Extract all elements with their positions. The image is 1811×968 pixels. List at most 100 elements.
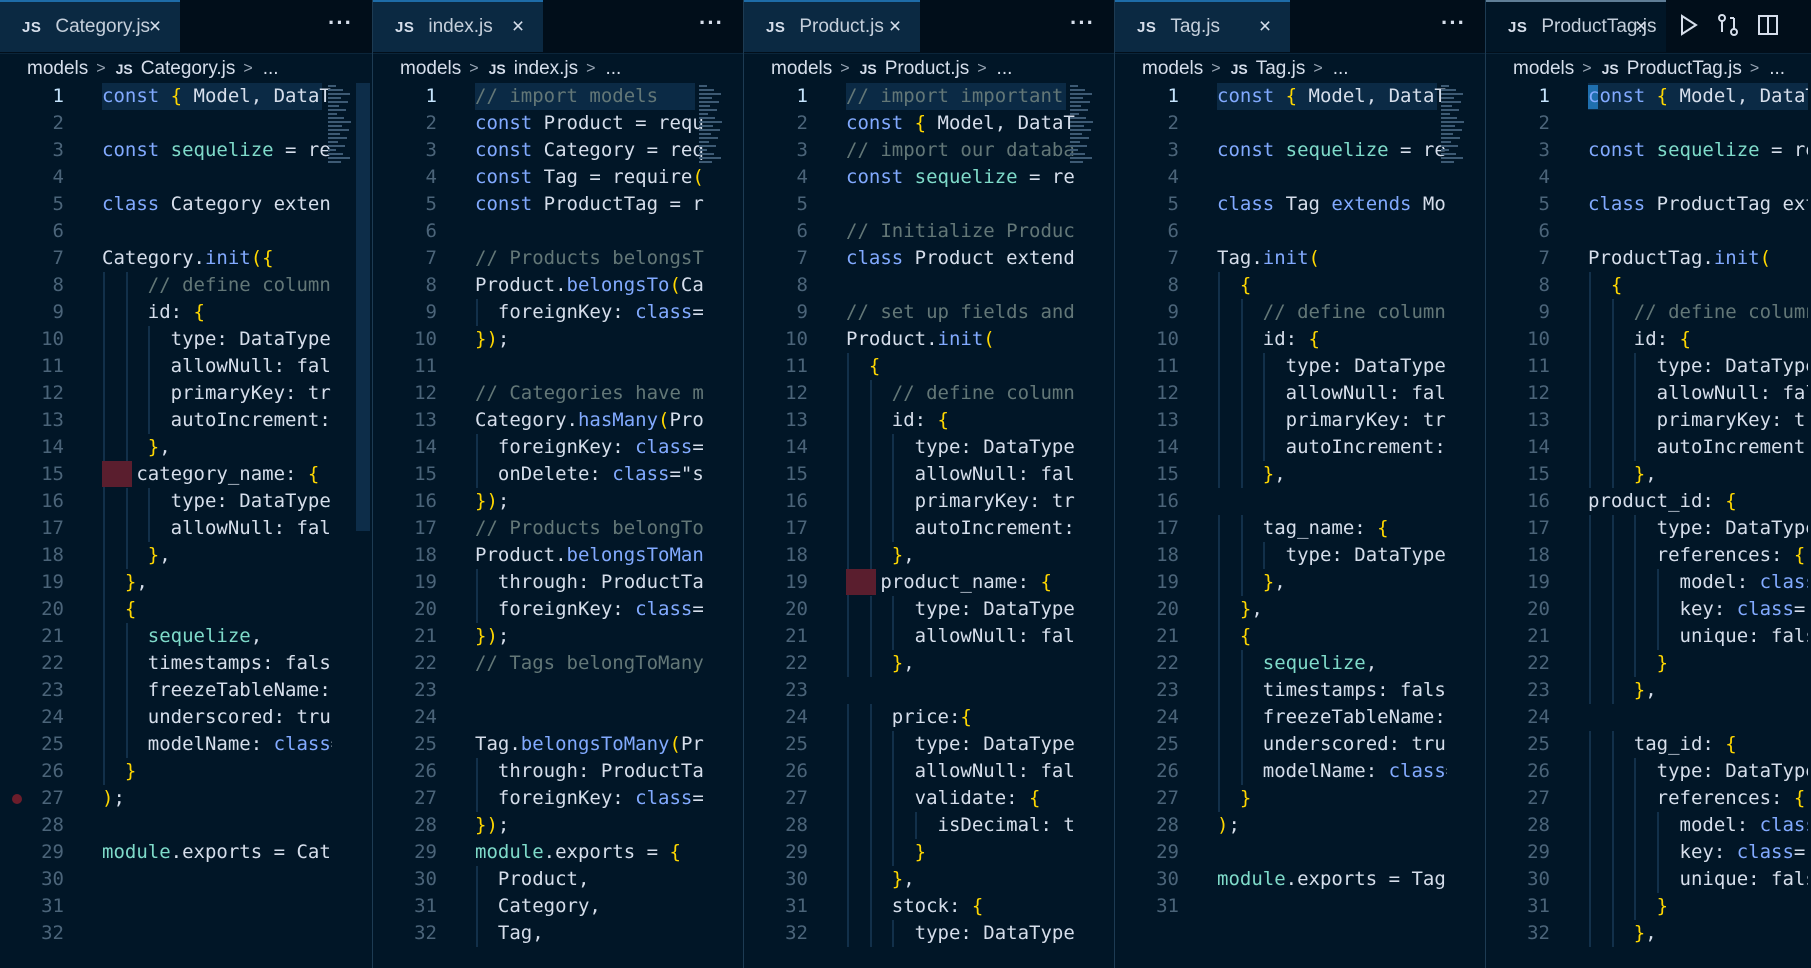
- breadcrumb-file[interactable]: Category.js: [141, 58, 236, 80]
- line-number: 8: [425, 274, 437, 296]
- code-editor[interactable]: const { Model, DataT const sequelize = re…: [1588, 83, 1808, 968]
- more-actions-icon[interactable]: ···: [1070, 10, 1095, 36]
- line-number: 24: [1156, 706, 1179, 728]
- code-line: sequelize,: [1262, 652, 1378, 674]
- breadcrumb-symbol[interactable]: ...: [1333, 58, 1349, 80]
- tab-index[interactable]: JS index.js ×: [373, 0, 543, 52]
- split-editor-icon[interactable]: [1756, 12, 1780, 38]
- tab-tag[interactable]: JS Tag.js ×: [1115, 0, 1290, 52]
- code-line: ProductTag.init(: [1588, 247, 1772, 269]
- line-number: 14: [1527, 436, 1550, 458]
- breadcrumb-folder[interactable]: models: [1142, 58, 1203, 80]
- more-actions-icon[interactable]: ···: [1441, 10, 1466, 36]
- breadcrumb-folder[interactable]: models: [1513, 58, 1574, 80]
- code-line: allowNull: fal: [846, 760, 1075, 782]
- javascript-file-icon: JS: [1137, 18, 1157, 36]
- code-line: // import important: [846, 85, 1064, 107]
- code-line: module.exports = Tag: [1217, 868, 1446, 890]
- editor-pane-product[interactable]: JS Product.js × ··· models > JS Product.js >... 1…: [744, 0, 1115, 968]
- code-line: const Category = req: [475, 139, 704, 161]
- vertical-scrollbar[interactable]: [356, 83, 370, 531]
- chevron-right-icon: >: [977, 60, 987, 77]
- close-icon[interactable]: ×: [144, 15, 166, 39]
- line-number: 1: [52, 85, 64, 107]
- line-number-gutter[interactable]: 1 2 3 4 5 6 7 8 9 10 11 12 13 14 15 16 17 18 19 20 21 22 23 24 2…: [1486, 83, 1566, 968]
- line-number-gutter[interactable]: 1 2 3 4 5 6 7 8 9 10 11 12 13 14 15 16 17 18 19 20 21 22 23 24 2…: [373, 83, 453, 968]
- line-number: 8: [796, 274, 808, 296]
- breadcrumb-file[interactable]: index.js: [514, 58, 578, 80]
- breadcrumb-symbol[interactable]: ...: [1769, 58, 1785, 80]
- close-icon[interactable]: ×: [1254, 15, 1276, 39]
- breadcrumb-symbol[interactable]: ...: [997, 58, 1013, 80]
- breadcrumb-file[interactable]: ProductTag.js: [1627, 58, 1742, 80]
- code-line: autoIncrement:: [846, 517, 1075, 539]
- more-actions-icon[interactable]: ···: [328, 10, 353, 36]
- minimap[interactable]: [699, 83, 723, 203]
- code-editor[interactable]: const { Model, DataT const sequelize = re…: [1217, 83, 1447, 968]
- line-number-gutter[interactable]: 1 2 3 4 5 6 7 8 9 10 11 12 13 14 15 16 17 18 19 20 21 22 23 24 2…: [744, 83, 824, 968]
- editor-window: JS Category.js × ··· models > JS Category.js >..…: [0, 0, 1811, 968]
- code-line: timestamps: fals: [1217, 679, 1446, 701]
- line-number: 22: [1156, 652, 1179, 674]
- breadcrumb-folder[interactable]: models: [400, 58, 461, 80]
- line-number: 2: [1538, 112, 1550, 134]
- code-line: id: {: [846, 409, 949, 431]
- line-number: 26: [1156, 760, 1179, 782]
- breakpoint-icon[interactable]: [12, 794, 22, 804]
- breadcrumb-file[interactable]: Product.js: [885, 58, 969, 80]
- tab-category[interactable]: JS Category.js ×: [0, 0, 180, 52]
- code-line: const ProductTag = r: [475, 193, 704, 215]
- editor-pane-producttag[interactable]: JS ProductTag.js × models > JS ProductTag.js >.…: [1486, 0, 1811, 968]
- line-number: 24: [41, 706, 64, 728]
- line-number: 9: [1538, 301, 1550, 323]
- line-number: 19: [414, 571, 437, 593]
- code-editor[interactable]: // import important const { Model, DataT /…: [846, 83, 1076, 968]
- code-line: product_id: {: [1588, 490, 1737, 512]
- compare-changes-icon[interactable]: [1716, 12, 1740, 38]
- breadcrumb-symbol[interactable]: ...: [605, 58, 621, 80]
- tab-label: index.js: [428, 16, 493, 37]
- code-line: tag_id: {: [1588, 733, 1737, 755]
- editor-pane-index[interactable]: JS index.js × ··· models > JS index.js >... 1 2 3 4 5…: [373, 0, 744, 968]
- tab-label: Tag.js: [1170, 16, 1220, 37]
- chevron-right-icon: >: [586, 60, 596, 77]
- line-number: 24: [414, 706, 437, 728]
- minimap[interactable]: [1070, 83, 1094, 203]
- breadcrumb-folder[interactable]: models: [27, 58, 88, 80]
- tab-bar: JS ProductTag.js ×: [1486, 0, 1811, 54]
- minimap[interactable]: [328, 83, 352, 203]
- tab-product[interactable]: JS Product.js ×: [744, 0, 920, 52]
- code-line: allowNull: fal: [102, 355, 331, 377]
- line-number: 23: [785, 679, 808, 701]
- close-icon[interactable]: ×: [1630, 15, 1652, 39]
- breadcrumb-symbol[interactable]: ...: [263, 58, 279, 80]
- line-number-gutter[interactable]: 1 2 3 4 5 6 7 8 9 10 11 12 13 14 15 16 17 18 19 20 21 22 23 24 2…: [1115, 83, 1195, 968]
- code-editor[interactable]: const { Model, DataT const sequelize = re…: [102, 83, 332, 968]
- line-number: 28: [41, 814, 64, 836]
- line-number: 22: [414, 652, 437, 674]
- editor-pane-tag[interactable]: JS Tag.js × ··· models > JS Tag.js >... 1 2 3 4 5 6 7 8 9…: [1115, 0, 1486, 968]
- code-line: // define column: [1588, 301, 1808, 323]
- line-number: 7: [52, 247, 64, 269]
- chevron-right-icon: >: [840, 60, 850, 77]
- code-line: class Tag extends Mo: [1217, 193, 1446, 215]
- more-actions-icon[interactable]: ···: [699, 10, 724, 36]
- breadcrumb-folder[interactable]: models: [771, 58, 832, 80]
- line-number: 4: [1538, 166, 1550, 188]
- line-number: 18: [1527, 544, 1550, 566]
- breadcrumb-file[interactable]: Tag.js: [1256, 58, 1306, 80]
- code-line: },: [1633, 679, 1657, 701]
- run-icon[interactable]: [1678, 12, 1700, 38]
- code-line: }: [1656, 652, 1669, 674]
- close-icon[interactable]: ×: [507, 15, 529, 39]
- line-number: 27: [414, 787, 437, 809]
- javascript-file-icon: JS: [22, 18, 42, 36]
- line-number: 20: [785, 598, 808, 620]
- editor-pane-category[interactable]: JS Category.js × ··· models > JS Category.js >..…: [0, 0, 373, 968]
- line-number: 29: [41, 841, 64, 863]
- close-icon[interactable]: ×: [884, 15, 906, 39]
- minimap[interactable]: [1441, 83, 1465, 203]
- tab-producttag[interactable]: JS ProductTag.js ×: [1486, 0, 1666, 52]
- line-number-gutter[interactable]: 1 2 3 4 5 6 7 8 9 10 11 12 13 14 15 16 17 18 19 20 21 22 23 24 2…: [0, 83, 80, 968]
- code-editor[interactable]: // import models const Product = requ cons…: [475, 83, 705, 968]
